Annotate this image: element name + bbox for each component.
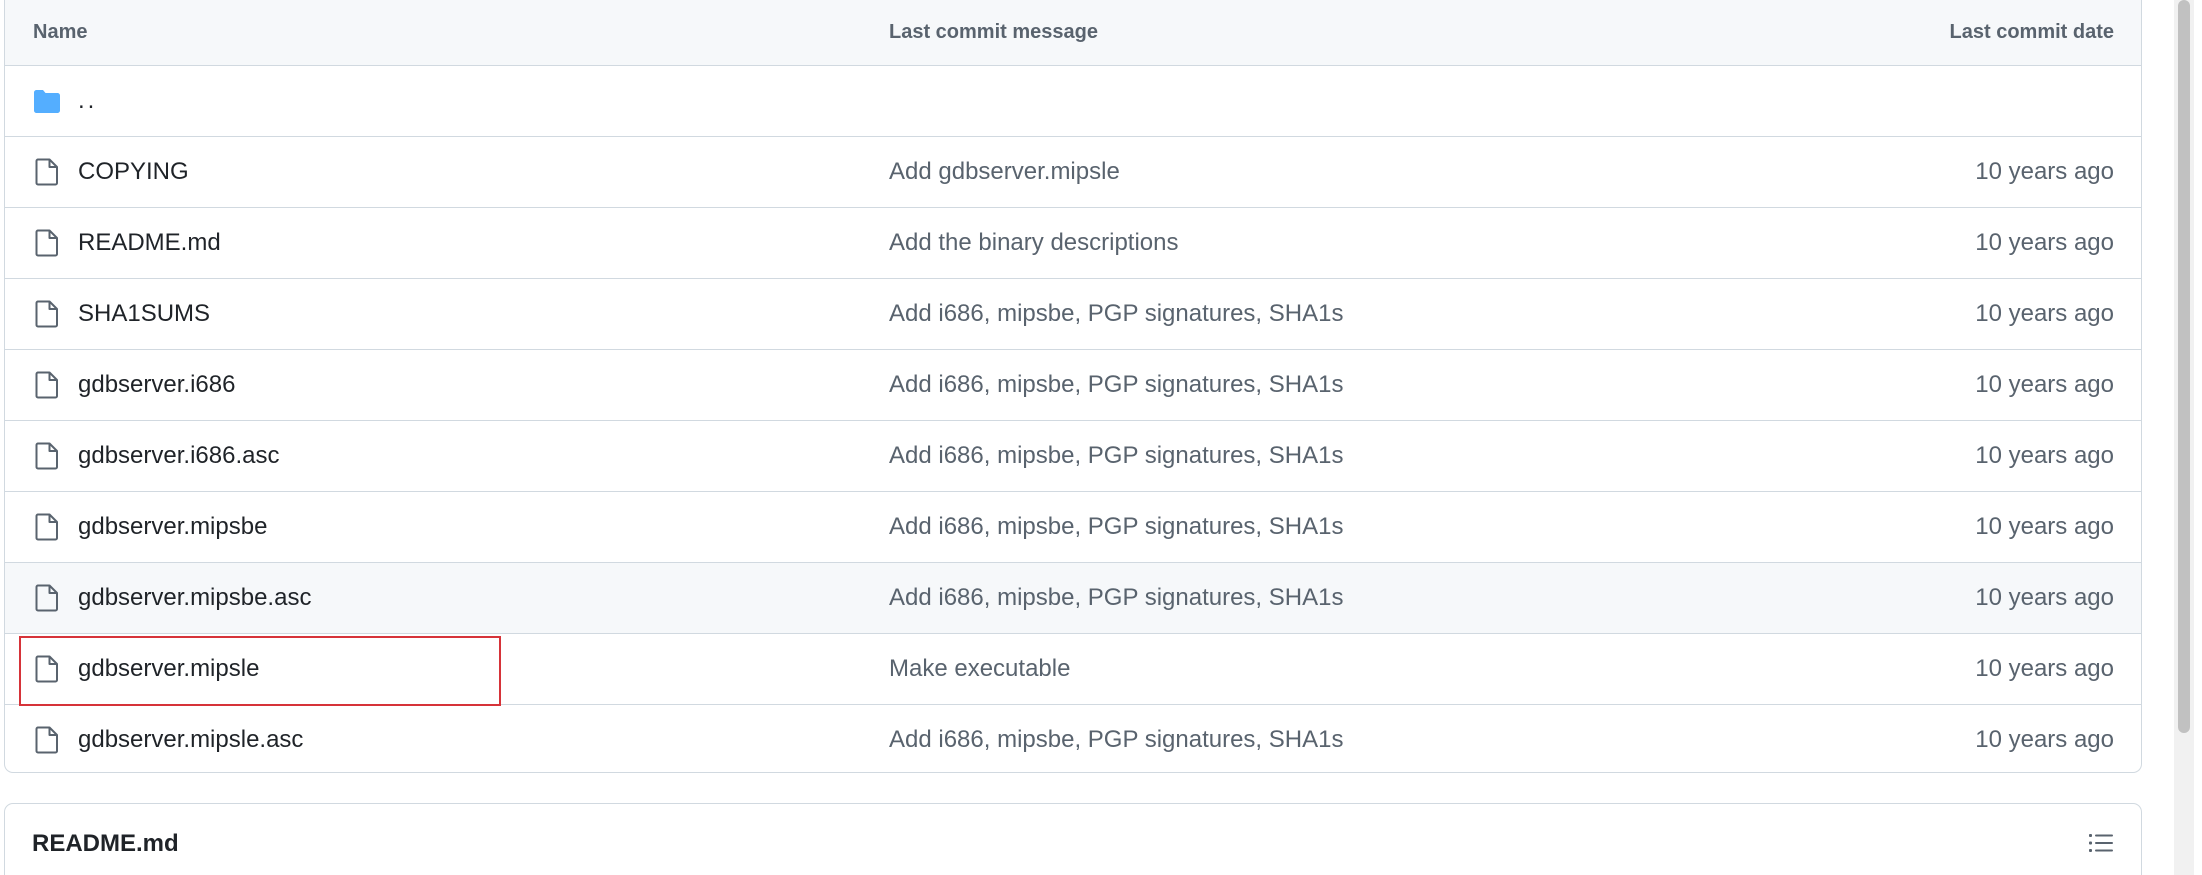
commit-date: 10 years ago xyxy=(1975,655,2114,682)
commit-date: 10 years ago xyxy=(1975,300,2114,327)
file-icon xyxy=(35,158,58,186)
table-row[interactable]: README.md Add the binary descriptions 10 y… xyxy=(5,208,2141,279)
commit-date: 10 years ago xyxy=(1975,158,2114,185)
commit-message-link[interactable]: Make executable xyxy=(889,634,1070,704)
commit-date: 10 years ago xyxy=(1975,371,2114,398)
file-icon xyxy=(35,229,58,257)
file-name-link[interactable]: gdbserver.mipsle xyxy=(78,634,259,704)
header-commit-message: Last commit message xyxy=(889,21,1098,43)
file-table: Name Last commit message Last commit dat… xyxy=(4,0,2142,773)
commit-message-link[interactable]: Add i686, mipsbe, PGP signatures, SHA1s xyxy=(889,421,1343,491)
file-icon xyxy=(35,726,58,754)
file-name-link[interactable]: SHA1SUMS xyxy=(78,279,210,349)
scrollbar-thumb[interactable] xyxy=(2178,0,2190,733)
file-icon xyxy=(35,584,58,612)
file-icon xyxy=(35,655,58,683)
file-icon xyxy=(35,513,58,541)
table-row[interactable]: SHA1SUMS Add i686, mipsbe, PGP signatures… xyxy=(5,279,2141,350)
commit-message-link[interactable]: Add i686, mipsbe, PGP signatures, SHA1s xyxy=(889,350,1343,420)
table-row[interactable]: gdbserver.i686 Add i686, mipsbe, PGP sign… xyxy=(5,350,2141,421)
file-name-link[interactable]: gdbserver.i686.asc xyxy=(78,421,279,491)
commit-date: 10 years ago xyxy=(1975,584,2114,611)
page: Name Last commit message Last commit dat… xyxy=(0,0,2202,875)
parent-directory-link[interactable]: .. xyxy=(78,66,97,136)
file-name-link[interactable]: gdbserver.mipsle.asc xyxy=(78,705,303,772)
folder-icon xyxy=(34,90,60,113)
commit-message-link[interactable]: Add i686, mipsbe, PGP signatures, SHA1s xyxy=(889,279,1343,349)
readme-panel: README.md xyxy=(4,803,2142,875)
commit-date: 10 years ago xyxy=(1975,513,2114,540)
table-row[interactable]: COPYING Add gdbserver.mipsle 10 years ago xyxy=(5,137,2141,208)
commit-message-link[interactable]: Add i686, mipsbe, PGP signatures, SHA1s xyxy=(889,492,1343,562)
file-icon xyxy=(35,371,58,399)
table-row[interactable]: gdbserver.mipsle Make executable 10 years … xyxy=(5,634,2141,705)
table-row[interactable]: gdbserver.mipsle.asc Add i686, mipsbe, PG… xyxy=(5,705,2141,772)
file-name-link[interactable]: gdbserver.mipsbe.asc xyxy=(78,563,311,633)
commit-message-link[interactable]: Add i686, mipsbe, PGP signatures, SHA1s xyxy=(889,563,1343,633)
commit-date: 10 years ago xyxy=(1975,726,2114,753)
vertical-scrollbar[interactable] xyxy=(2174,0,2194,875)
parent-directory-row[interactable]: .. xyxy=(5,66,2141,137)
commit-message-link[interactable]: Add i686, mipsbe, PGP signatures, SHA1s xyxy=(889,705,1343,772)
table-row[interactable]: gdbserver.i686.asc Add i686, mipsbe, PGP … xyxy=(5,421,2141,492)
file-name-link[interactable]: gdbserver.i686 xyxy=(78,350,235,420)
table-of-contents-icon[interactable] xyxy=(2087,829,2115,857)
header-commit-date: Last commit date xyxy=(1949,21,2114,43)
file-icon xyxy=(35,300,58,328)
commit-date: 10 years ago xyxy=(1975,442,2114,469)
table-row[interactable]: gdbserver.mipsbe Add i686, mipsbe, PGP si… xyxy=(5,492,2141,563)
table-header: Name Last commit message Last commit dat… xyxy=(5,0,2141,66)
file-name-link[interactable]: README.md xyxy=(78,208,221,278)
file-icon xyxy=(35,442,58,470)
header-name: Name xyxy=(33,21,88,43)
file-name-link[interactable]: gdbserver.mipsbe xyxy=(78,492,267,562)
file-name-link[interactable]: COPYING xyxy=(78,137,189,207)
table-row[interactable]: gdbserver.mipsbe.asc Add i686, mipsbe, PG… xyxy=(5,563,2141,634)
commit-date: 10 years ago xyxy=(1975,229,2114,256)
readme-title[interactable]: README.md xyxy=(32,804,179,875)
commit-message-link[interactable]: Add gdbserver.mipsle xyxy=(889,137,1120,207)
commit-message-link[interactable]: Add the binary descriptions xyxy=(889,208,1179,278)
